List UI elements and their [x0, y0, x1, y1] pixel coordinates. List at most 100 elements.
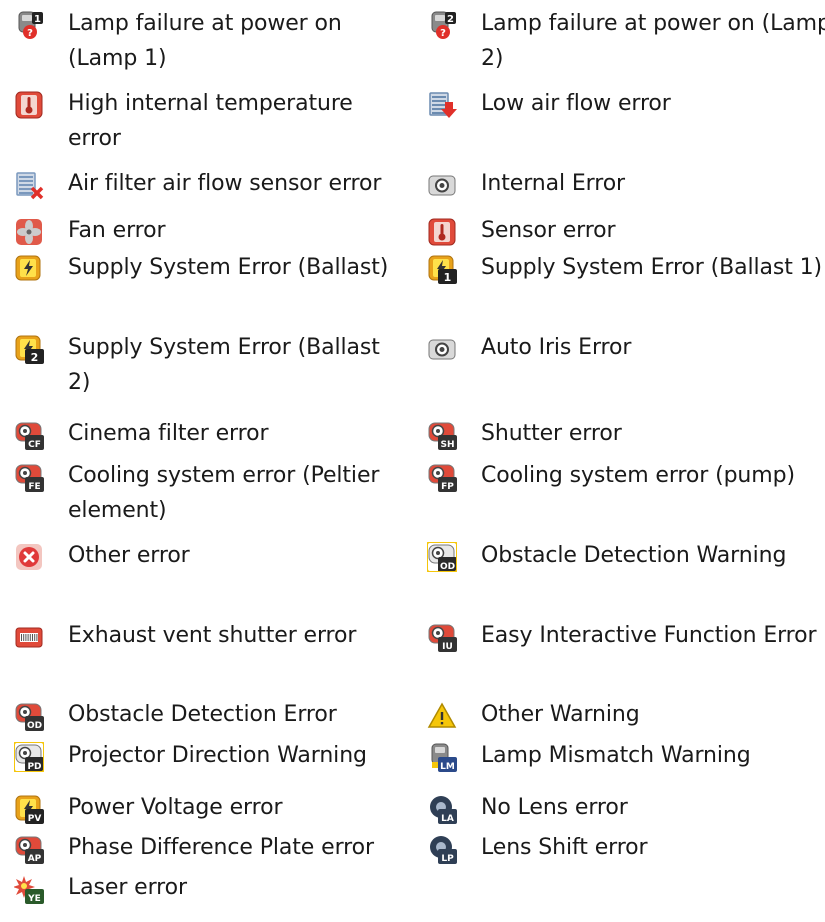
svg-text:2: 2 [31, 351, 39, 364]
phase-plate-icon: AP [14, 834, 44, 864]
svg-text:OD: OD [440, 562, 455, 572]
cinema-filter-icon: CF [14, 420, 44, 450]
error-list-item: SH Shutter error [427, 416, 825, 451]
error-list-item: Air filter air flow sensor error [14, 166, 398, 201]
error-label: Shutter error [481, 421, 622, 446]
error-list-item: CF Cinema filter error [14, 416, 398, 451]
svg-text:LP: LP [441, 854, 454, 864]
shutter-icon: SH [427, 420, 457, 450]
error-list-item: Fan error [14, 213, 398, 248]
interactive-function-icon: IU [427, 622, 457, 652]
svg-text:1: 1 [444, 271, 452, 284]
error-label: Auto Iris Error [481, 335, 632, 360]
error-list-item: AP Phase Difference Plate error [14, 830, 398, 865]
error-list-item: Internal Error [427, 166, 825, 201]
lamp-1-failure-icon: ? 1 [14, 10, 44, 40]
error-label: Laser error [68, 875, 187, 900]
lightning-ballast-2-icon: 2 [14, 334, 44, 364]
error-label: Power Voltage error [68, 795, 283, 820]
error-list-item: IU Easy Interactive Function Error [427, 618, 825, 653]
error-list-item: Other Warning [427, 697, 825, 732]
obstacle-warning-icon: OD [427, 542, 457, 572]
error-label: Supply System Error (Ballast) [68, 255, 389, 280]
error-list-item: OD Obstacle Detection Error [14, 697, 398, 732]
svg-text:LM: LM [440, 762, 455, 772]
svg-text:OD: OD [27, 721, 42, 731]
error-list-item: LP Lens Shift error [427, 830, 825, 865]
error-list-item: FP Cooling system error (pump) [427, 458, 825, 493]
error-list-item: ? 2 Lamp failure at power on (Lamp 2) [427, 6, 825, 76]
no-lens-icon: LA [427, 794, 457, 824]
svg-text:FE: FE [28, 482, 40, 492]
svg-text:CF: CF [28, 440, 41, 450]
error-label: Low air flow error [481, 91, 671, 116]
error-label: Cooling system error (Peltier element) [68, 463, 380, 523]
lightning-ballast-1-icon: 1 [427, 254, 457, 284]
error-list-item: ? 1 Lamp failure at power on (Lamp 1) [14, 6, 398, 76]
svg-text:IU: IU [442, 642, 453, 652]
error-label: Sensor error [481, 218, 616, 243]
other-error-icon [14, 542, 44, 572]
svg-text:?: ? [27, 28, 33, 39]
svg-text:AP: AP [28, 854, 42, 864]
svg-text:2: 2 [447, 14, 454, 25]
exhaust-vent-icon [14, 622, 44, 652]
lamp-2-failure-icon: ? 2 [427, 10, 457, 40]
error-list-item: Exhaust vent shutter error [14, 618, 398, 653]
error-label: Lamp failure at power on (Lamp 1) [68, 11, 342, 71]
error-label: Obstacle Detection Error [68, 702, 337, 727]
fan-icon [14, 217, 44, 247]
error-label: Easy Interactive Function Error [481, 623, 817, 648]
error-label: Supply System Error (Ballast 2) [68, 335, 380, 395]
svg-text:?: ? [440, 28, 446, 39]
error-label: Supply System Error (Ballast 1) [481, 255, 823, 280]
error-icon-list: ? 1 Lamp failure at power on (Lamp 1)? 2 Lam… [0, 0, 825, 922]
air-flow-down-icon [427, 90, 457, 120]
error-label: Exhaust vent shutter error [68, 623, 357, 648]
svg-text:LA: LA [441, 814, 454, 824]
error-label: Lamp Mismatch Warning [481, 743, 751, 768]
error-label: Cooling system error (pump) [481, 463, 795, 488]
error-list-item: 1 Supply System Error (Ballast 1) [427, 250, 825, 285]
error-label: Projector Direction Warning [68, 743, 367, 768]
error-list-item: OD Obstacle Detection Warning [427, 538, 825, 573]
warning-triangle-icon [427, 701, 457, 731]
error-label: Phase Difference Plate error [68, 835, 374, 860]
error-list-item: Low air flow error [427, 86, 825, 121]
lightning-icon [14, 254, 44, 284]
error-label: Internal Error [481, 171, 626, 196]
svg-text:FP: FP [441, 482, 454, 492]
error-list-item: PD Projector Direction Warning [14, 738, 398, 773]
error-label: Air filter air flow sensor error [68, 171, 382, 196]
svg-text:PV: PV [28, 814, 42, 824]
error-label: High internal temperature error [68, 91, 353, 151]
error-list-item: LA No Lens error [427, 790, 825, 825]
error-label: Other error [68, 543, 190, 568]
error-label: Fan error [68, 218, 166, 243]
internal-error-icon [427, 170, 457, 200]
power-voltage-icon: PV [14, 794, 44, 824]
error-list-item: FE Cooling system error (Peltier element) [14, 458, 398, 528]
thermometer-icon [14, 90, 44, 120]
error-label: No Lens error [481, 795, 628, 820]
air-filter-sensor-icon [14, 170, 44, 200]
cooling-pump-icon: FP [427, 462, 457, 492]
error-label: Lamp failure at power on (Lamp 2) [481, 11, 825, 71]
error-list-item: Auto Iris Error [427, 330, 825, 365]
error-label: Obstacle Detection Warning [481, 543, 787, 568]
sensor-icon [427, 217, 457, 247]
error-list-item: Other error [14, 538, 398, 573]
cooling-peltier-icon: FE [14, 462, 44, 492]
lens-shift-icon: LP [427, 834, 457, 864]
svg-text:SH: SH [440, 440, 454, 450]
error-list-item: High internal temperature error [14, 86, 398, 156]
svg-text:YE: YE [27, 894, 41, 904]
laser-icon: YE [14, 874, 44, 904]
error-label: Lens Shift error [481, 835, 648, 860]
lamp-mismatch-icon: LM [427, 742, 457, 772]
error-list-item: Supply System Error (Ballast) [14, 250, 398, 285]
error-list-item: Sensor error [427, 213, 825, 248]
error-list-item: LM Lamp Mismatch Warning [427, 738, 825, 773]
projector-direction-icon: PD [14, 742, 44, 772]
error-list-item: PV Power Voltage error [14, 790, 398, 825]
